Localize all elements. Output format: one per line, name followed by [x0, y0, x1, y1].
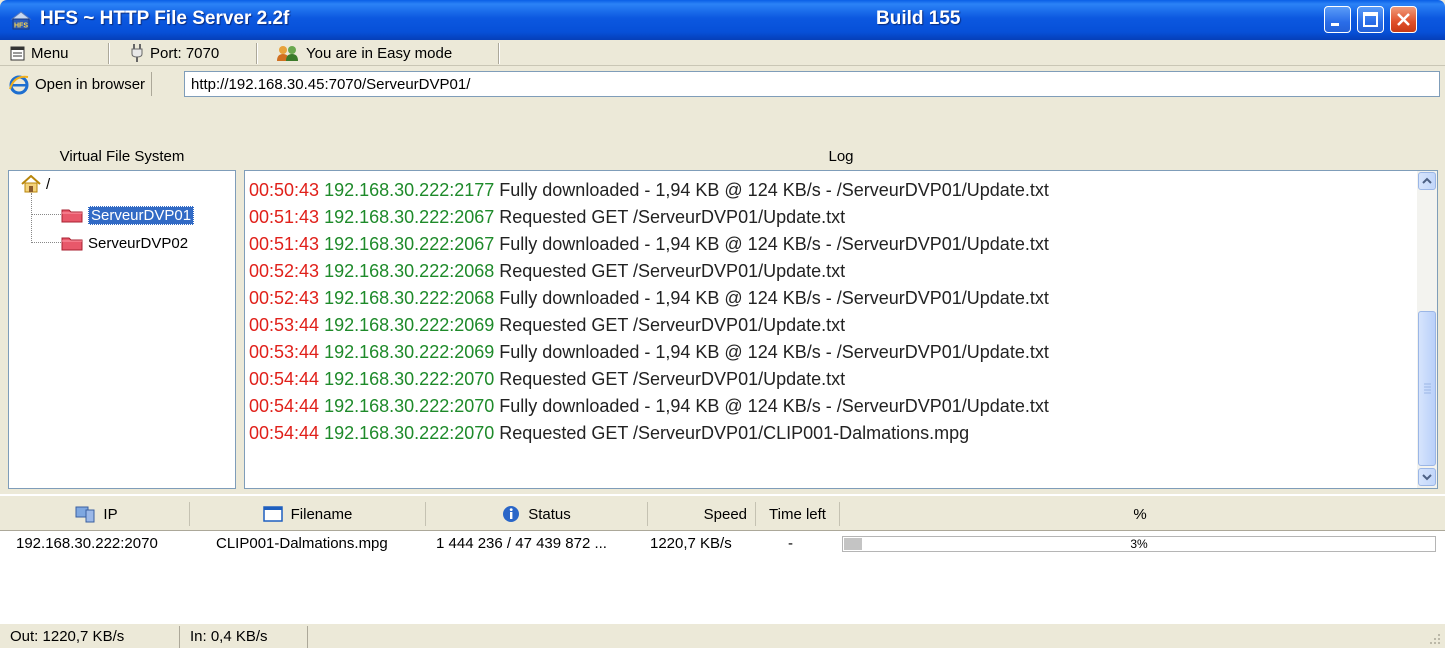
hfs-app-icon: HFS: [10, 11, 32, 30]
menu-bar: Menu Port: 7070 You are in Easy mode: [0, 40, 1445, 66]
log-entry: 00:54:44 192.168.30.222:2070 Requested G…: [249, 369, 846, 389]
transfer-progress-bar: 3%: [842, 536, 1436, 552]
tree-item-serveurdvp01[interactable]: ServeurDVP01: [61, 204, 195, 226]
menu-icon: [10, 46, 25, 60]
column-label: Time left: [769, 505, 826, 523]
transfer-time-left: -: [788, 535, 793, 552]
tree-connector: [31, 242, 61, 243]
tree-item-serveurdvp02[interactable]: ServeurDVP02: [61, 232, 188, 254]
menu-label: Menu: [31, 44, 69, 62]
tree-item-label: ServeurDVP02: [88, 234, 189, 252]
menu-separator: [108, 43, 110, 64]
log-scrollbar[interactable]: [1417, 171, 1437, 488]
log-entry: 00:54:44 192.168.30.222:2070 Fully downl…: [249, 396, 1049, 416]
log-entry: 00:50:43 192.168.30.222:2177 Fully downl…: [249, 180, 1049, 200]
network-computer-icon: [75, 506, 95, 523]
minimize-icon: [1331, 23, 1339, 26]
scroll-up-button[interactable]: [1418, 172, 1436, 190]
column-filename[interactable]: Filename: [190, 502, 426, 526]
transfer-filename: CLIP001-Dalmations.mpg: [216, 535, 388, 552]
tree-item-label: ServeurDVP01: [88, 205, 195, 225]
mode-button[interactable]: You are in Easy mode: [270, 40, 458, 66]
internet-explorer-icon: [9, 75, 29, 95]
build-label: Build 155: [876, 8, 961, 29]
log-entry: 00:54:44 192.168.30.222:2070 Requested G…: [249, 423, 970, 443]
folder-icon: [61, 237, 83, 251]
scroll-thumb[interactable]: [1418, 311, 1436, 466]
column-ip[interactable]: IP: [4, 502, 190, 526]
plug-icon: [131, 44, 143, 62]
menu-separator: [256, 43, 258, 64]
open-in-browser-button[interactable]: Open in browser: [8, 72, 153, 96]
status-bar: Out: 1220,7 KB/s In: 0,4 KB/s: [0, 624, 1445, 648]
url-field[interactable]: [184, 71, 1440, 97]
column-label: %: [1133, 505, 1147, 523]
transfers-header: IP Filename Status Speed Time left %: [0, 494, 1445, 528]
log-entry: 00:52:43 192.168.30.222:2068 Fully downl…: [249, 288, 1049, 308]
log-entry: 00:51:43 192.168.30.222:2067 Requested G…: [249, 207, 846, 227]
status-out: Out: 1220,7 KB/s: [0, 626, 180, 648]
column-speed[interactable]: Speed: [648, 502, 756, 526]
chevron-up-icon: [1422, 177, 1432, 184]
resize-grip-icon[interactable]: [1427, 631, 1441, 645]
maximize-button[interactable]: [1357, 6, 1384, 33]
port-button[interactable]: Port: 7070: [124, 40, 225, 66]
transfer-status: 1 444 236 / 47 439 872 ...: [436, 535, 607, 552]
status-in: In: 0,4 KB/s: [180, 626, 308, 648]
tree-connector: [31, 193, 32, 243]
info-icon: [503, 506, 520, 522]
close-button[interactable]: [1390, 6, 1417, 33]
transfer-ip: 192.168.30.222:2070: [16, 535, 158, 552]
title-bar[interactable]: HFS HFS ~ HTTP File Server 2.2f Build 15…: [0, 0, 1445, 40]
menu-button[interactable]: Menu: [4, 40, 75, 66]
vfs-panel-title: Virtual File System: [59, 148, 185, 165]
log-panel[interactable]: 00:50:43 192.168.30.222:2177 Fully downl…: [244, 170, 1438, 489]
close-icon: [1397, 13, 1410, 26]
chevron-down-icon: [1422, 474, 1432, 481]
column-label: IP: [103, 505, 118, 523]
address-bar: Open in browser: [0, 68, 1445, 100]
home-icon: [21, 175, 41, 193]
minimize-button[interactable]: [1324, 6, 1351, 33]
users-icon: [277, 46, 298, 61]
grip-lines-icon: [1424, 383, 1431, 394]
log-entry: 00:51:43 192.168.30.222:2067 Fully downl…: [249, 234, 1049, 254]
column-label: Speed: [703, 505, 747, 523]
log-entry: 00:53:44 192.168.30.222:2069 Requested G…: [249, 315, 846, 335]
scroll-down-button[interactable]: [1418, 468, 1436, 486]
column-time-left[interactable]: Time left: [756, 502, 840, 526]
log-entry: 00:53:44 192.168.30.222:2069 Fully downl…: [249, 342, 1049, 362]
window-title: HFS ~ HTTP File Server 2.2f: [40, 8, 290, 29]
column-label: Status: [528, 505, 571, 523]
svg-text:HFS: HFS: [14, 23, 28, 30]
column-status[interactable]: Status: [426, 502, 648, 526]
tree-connector: [31, 214, 61, 215]
column-percent[interactable]: %: [840, 502, 1440, 526]
tree-item-root[interactable]: /: [21, 173, 50, 195]
transfers-list[interactable]: 192.168.30.222:2070 CLIP001-Dalmations.m…: [0, 530, 1445, 624]
column-label: Filename: [290, 505, 353, 523]
panel-splitter[interactable]: [236, 170, 242, 489]
folder-icon: [61, 209, 83, 223]
transfer-speed: 1220,7 KB/s: [650, 535, 732, 552]
open-in-browser-label: Open in browser: [35, 75, 146, 93]
maximize-icon: [1363, 12, 1378, 27]
menu-separator: [498, 43, 500, 64]
tree-item-label: /: [46, 175, 51, 193]
port-label: Port: 7070: [150, 44, 220, 62]
log-lines: 00:50:43 192.168.30.222:2177 Fully downl…: [249, 177, 1409, 447]
log-panel-title: Log: [828, 148, 854, 165]
mode-label: You are in Easy mode: [306, 44, 453, 62]
progress-label: 3%: [1130, 537, 1148, 551]
virtual-file-system-tree[interactable]: / ServeurDVP01 ServeurDVP02: [8, 170, 236, 489]
log-entry: 00:52:43 192.168.30.222:2068 Requested G…: [249, 261, 846, 281]
window-icon: [262, 506, 283, 522]
